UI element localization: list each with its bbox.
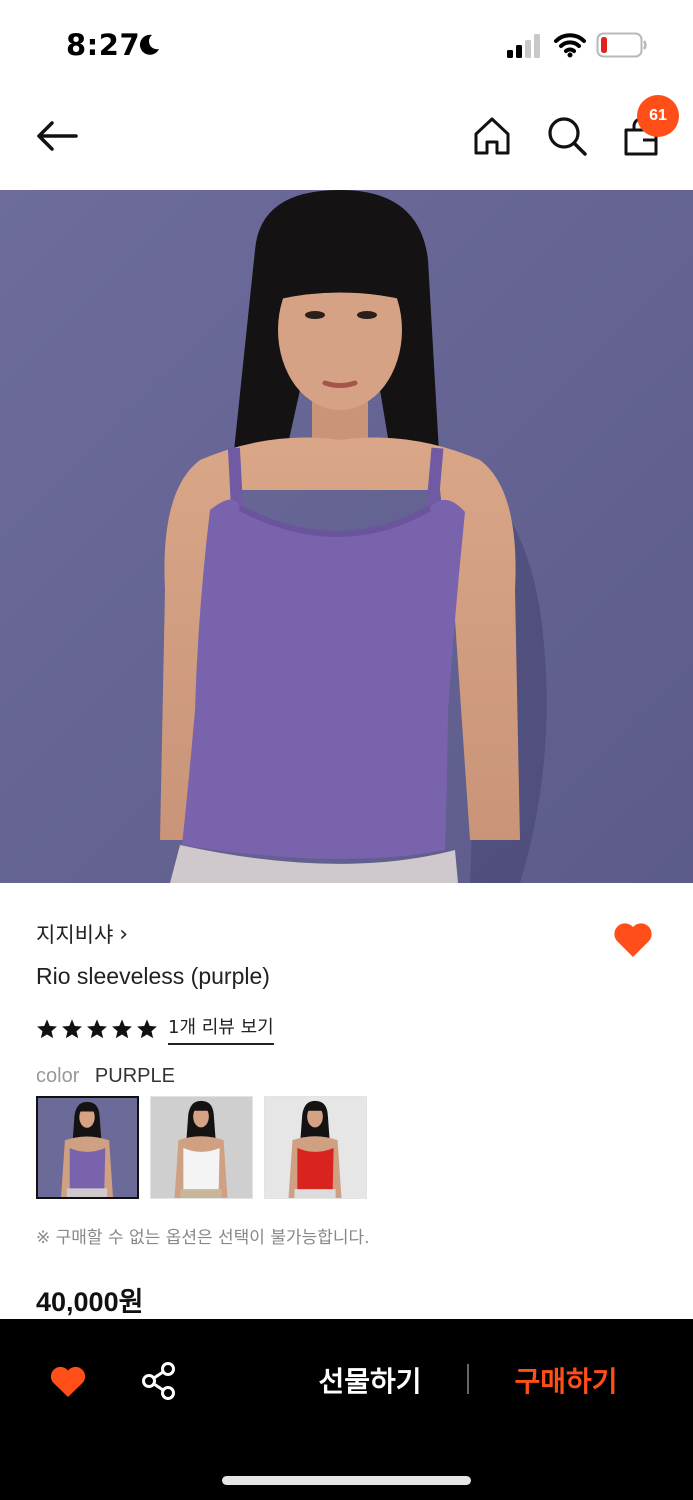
color-swatches: [36, 1096, 367, 1199]
share-icon[interactable]: [140, 1361, 178, 1401]
home-indicator[interactable]: [222, 1476, 471, 1485]
swatch-white[interactable]: [150, 1096, 253, 1199]
chevron-right-icon: ›: [119, 921, 129, 947]
bottom-action-bar: 선물하기 구매하기: [0, 1319, 693, 1500]
star-rating: [36, 1018, 158, 1040]
review-link[interactable]: 1개 리뷰 보기: [168, 1013, 274, 1045]
swatch-red[interactable]: [264, 1096, 367, 1199]
option-notice: ※ 구매할 수 없는 옵션은 선택이 불가능합니다.: [36, 1228, 370, 1248]
model-photo: [0, 190, 693, 883]
star-icon: [112, 1019, 132, 1039]
back-arrow-icon[interactable]: [34, 116, 80, 156]
brand-name: 지지비샤: [36, 923, 114, 947]
brand-link[interactable]: 지지비샤 ›: [36, 919, 128, 949]
gift-button[interactable]: 선물하기: [300, 1355, 440, 1405]
star-icon: [137, 1019, 157, 1039]
status-time: 8:27: [66, 28, 141, 62]
status-bar: 8:27: [0, 0, 693, 92]
battery-icon: [596, 32, 647, 58]
wifi-icon: [554, 33, 586, 58]
star-icon: [87, 1019, 107, 1039]
star-icon: [37, 1019, 57, 1039]
signal-icon: [507, 34, 540, 58]
product-image[interactable]: [0, 190, 693, 883]
product-price: 40,000원: [36, 1287, 144, 1317]
color-row: color PURPLE: [36, 1065, 175, 1088]
heart-icon[interactable]: [611, 919, 655, 959]
moon-icon: [139, 34, 159, 55]
color-value: PURPLE: [94, 1065, 175, 1087]
rating-row: 1개 리뷰 보기: [36, 1013, 274, 1045]
top-navigation: 61: [0, 92, 693, 190]
cart-count-badge: 61: [637, 95, 679, 137]
home-icon[interactable]: [470, 114, 514, 158]
star-icon: [62, 1019, 82, 1039]
swatch-purple[interactable]: [36, 1096, 139, 1199]
search-icon[interactable]: [545, 114, 589, 158]
divider: [467, 1364, 469, 1394]
heart-icon[interactable]: [48, 1363, 88, 1399]
color-label: color: [36, 1065, 80, 1087]
buy-button[interactable]: 구매하기: [496, 1355, 636, 1405]
product-title: Rio sleeveless (purple): [36, 963, 270, 989]
